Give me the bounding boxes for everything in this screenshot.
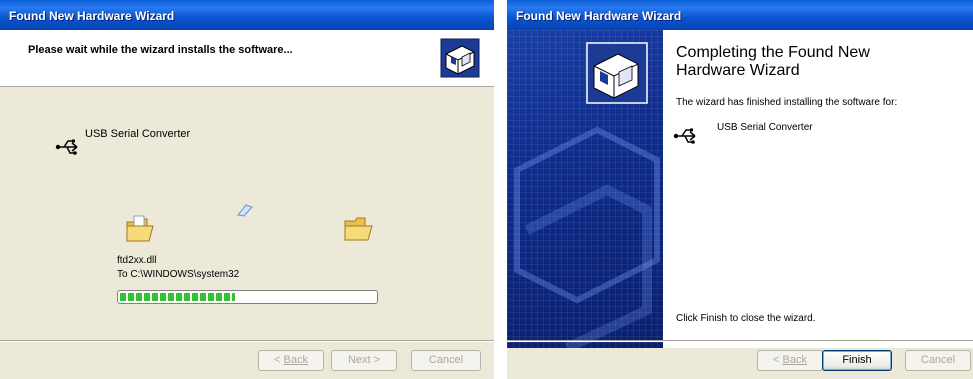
hardware-wizard-icon bbox=[586, 42, 648, 104]
destination-folder-icon bbox=[344, 217, 373, 241]
wizard-side-banner bbox=[507, 30, 663, 348]
device-row: USB Serial Converter bbox=[55, 128, 190, 156]
usb-icon bbox=[673, 128, 696, 144]
device-name: USB Serial Converter bbox=[85, 128, 191, 140]
device-name: USB Serial Converter bbox=[717, 122, 813, 133]
device-row: USB Serial Converter bbox=[673, 122, 813, 145]
page-heading: Completing the Found New Hardware Wizard bbox=[676, 44, 870, 79]
usb-icon bbox=[55, 139, 78, 155]
install-progress-bar bbox=[117, 290, 378, 304]
destination-path: To C:\WINDOWS\system32 bbox=[117, 269, 240, 280]
button-divider bbox=[507, 340, 973, 342]
progress-fill bbox=[120, 293, 235, 301]
back-button[interactable]: < Back bbox=[757, 350, 823, 371]
cancel-button[interactable]: Cancel bbox=[411, 350, 481, 371]
completion-subtitle: The wizard has finished installing the s… bbox=[676, 97, 898, 108]
back-label: Back bbox=[283, 354, 308, 366]
cancel-button[interactable]: Cancel bbox=[905, 350, 971, 371]
source-folder-icon bbox=[126, 215, 154, 242]
banner-graphic bbox=[514, 126, 660, 348]
wizard-header: Please wait while the wizard installs th… bbox=[0, 30, 494, 87]
title-bar[interactable]: Found New Hardware Wizard bbox=[507, 0, 973, 30]
button-divider bbox=[0, 340, 494, 342]
back-button[interactable]: < Back bbox=[258, 350, 324, 371]
next-button[interactable]: Next > bbox=[331, 350, 397, 371]
window-title: Found New Hardware Wizard bbox=[9, 9, 175, 23]
page-heading: Please wait while the wizard installs th… bbox=[28, 44, 293, 56]
back-label: Back bbox=[782, 354, 807, 366]
completion-wizard-window: Found New Hardware Wizard Completing the… bbox=[507, 0, 973, 379]
install-wizard-window: Found New Hardware Wizard Please wait wh… bbox=[0, 0, 494, 379]
flying-file-icon bbox=[237, 204, 253, 217]
window-title: Found New Hardware Wizard bbox=[516, 9, 682, 23]
file-name: ftd2xx.dll bbox=[117, 255, 157, 266]
finish-button[interactable]: Finish bbox=[822, 350, 892, 371]
title-bar[interactable]: Found New Hardware Wizard bbox=[0, 0, 494, 30]
finish-instruction: Click Finish to close the wizard. bbox=[676, 313, 816, 324]
hardware-wizard-icon bbox=[440, 38, 480, 78]
